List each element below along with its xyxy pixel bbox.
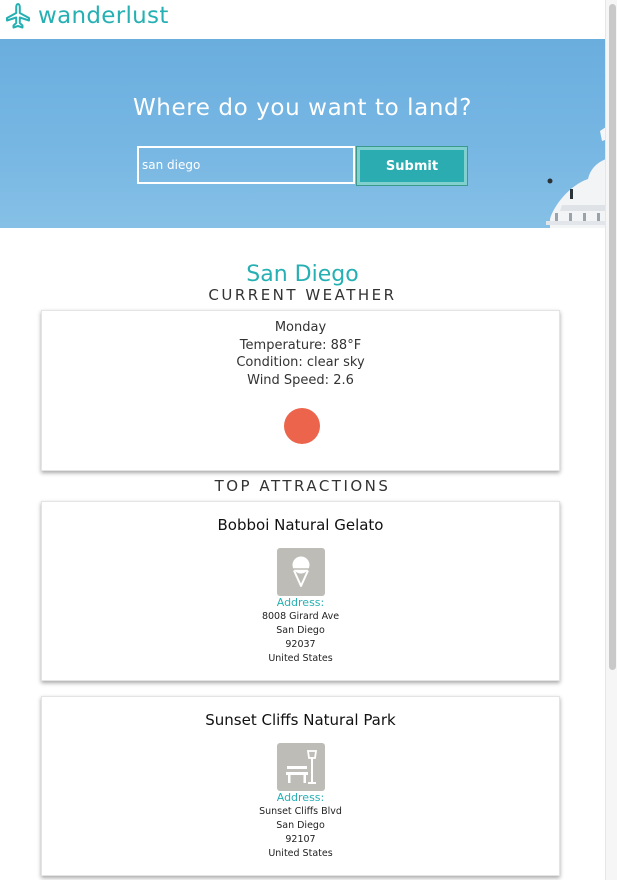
scrollbar-thumb[interactable] <box>609 4 616 670</box>
page: wanderlust Where do you want to land? Su… <box>0 0 605 880</box>
address-city: San Diego <box>276 625 325 636</box>
ice-cream-icon <box>277 548 325 596</box>
weather-details: Monday Temperature: 88°F Condition: clea… <box>42 319 559 389</box>
attraction-card[interactable]: Bobboi Natural Gelato Address: 8008 Gira… <box>41 501 560 681</box>
address-label: Address: <box>276 596 325 609</box>
destination-search-input[interactable] <box>137 146 355 184</box>
weather-heading: CURRENT WEATHER <box>208 286 397 304</box>
submit-button[interactable]: Submit <box>356 146 468 186</box>
address-country: United States <box>268 653 333 664</box>
weather-wind-speed: Wind Speed: 2.6 <box>247 372 354 388</box>
brand-logo[interactable]: wanderlust <box>4 0 169 32</box>
address-street: 8008 Girard Ave <box>261 611 340 622</box>
brand-name: wanderlust <box>38 3 169 29</box>
attraction-name: Bobboi Natural Gelato <box>217 516 384 534</box>
address-lines: 8008 Girard Ave San Diego 92037 United S… <box>42 610 559 666</box>
weather-card: Monday Temperature: 88°F Condition: clea… <box>41 310 560 471</box>
park-bench-icon <box>277 743 325 791</box>
attraction-card[interactable]: Sunset Cliffs Natural Park Address: Suns… <box>41 696 560 876</box>
hero-title: Where do you want to land? <box>132 95 473 121</box>
hero-banner: Where do you want to land? Submit <box>0 39 605 228</box>
address-label: Address: <box>276 791 325 804</box>
address-city: San Diego <box>276 820 325 831</box>
weather-condition: Condition: clear sky <box>236 355 365 370</box>
address-street: Sunset Cliffs Blvd <box>259 806 342 817</box>
address-zip: 92037 <box>285 639 316 650</box>
address-country: United States <box>268 848 333 859</box>
address-zip: 92107 <box>285 834 316 845</box>
airplane-icon <box>6 3 30 29</box>
building-dome-image <box>546 127 605 228</box>
weather-temperature: Temperature: 88°F <box>239 337 362 353</box>
sun-icon <box>284 408 320 444</box>
address-lines: Sunset Cliffs Blvd San Diego 92107 Unite… <box>42 805 559 861</box>
weather-day: Monday <box>274 320 327 335</box>
city-title: San Diego <box>246 262 359 287</box>
attractions-heading: TOP ATTRACTIONS <box>214 477 391 495</box>
attraction-name: Sunset Cliffs Natural Park <box>205 711 396 729</box>
